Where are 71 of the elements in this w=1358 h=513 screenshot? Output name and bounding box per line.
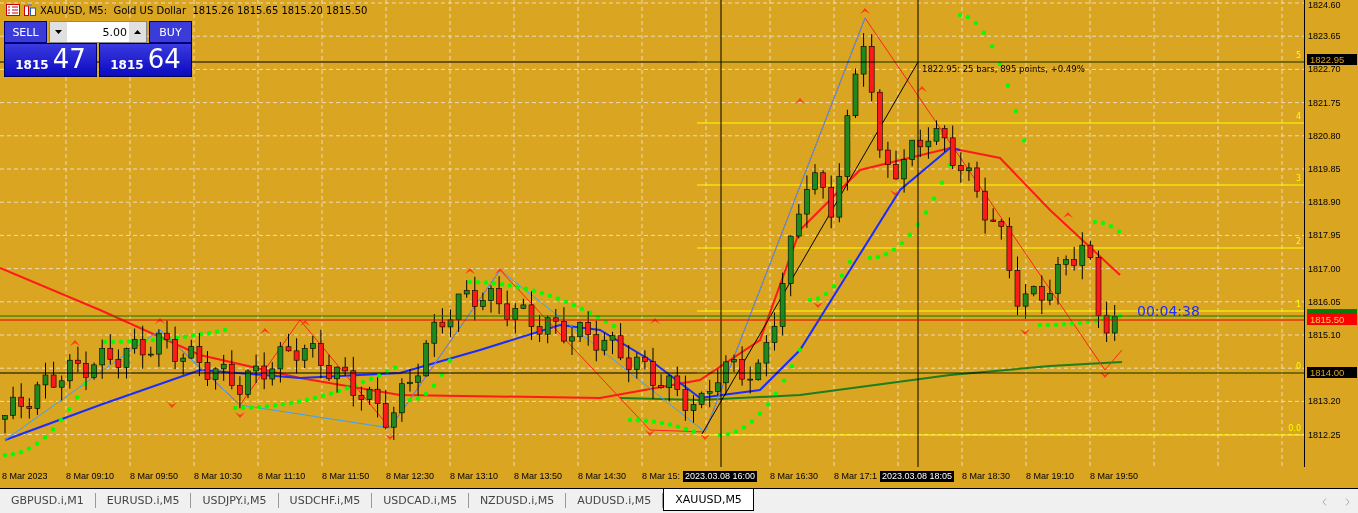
price-axis-label: 1816.05: [1308, 296, 1341, 308]
fractal-arrow: [1100, 372, 1110, 378]
price-tag: 1822.95: [1307, 54, 1357, 65]
countdown-timer: 00:04:38: [1137, 303, 1200, 319]
price-axis-label: 1817.00: [1308, 263, 1341, 275]
time-axis-label: 8 Mar 16:30: [770, 471, 819, 482]
fibo-level-label: 2: [1295, 237, 1301, 247]
buy-price-panel[interactable]: 1815 64: [99, 43, 192, 77]
price-tag: 1815.50: [1307, 314, 1357, 325]
fractal-arrow: [465, 268, 475, 274]
time-axis-label: 8 Mar 11:50: [322, 471, 370, 482]
time-axis-label: 8 Mar 13:50: [514, 471, 563, 482]
fractal-arrow: [860, 8, 870, 14]
sell-button[interactable]: SELL: [4, 21, 47, 43]
chart-tab[interactable]: XAUUSD,M5: [663, 489, 754, 511]
price-axis-label: 1818.90: [1308, 197, 1341, 209]
fibo-level-label: 0.0: [1288, 424, 1301, 434]
fractal-arrow: [70, 340, 80, 346]
fractal-arrow: [890, 190, 900, 196]
chart-title: XAUUSD, M5: Gold US Dollar 1815.26 1815.65 1815.20 1815.50: [40, 4, 368, 16]
fractal-arrow: [1063, 212, 1073, 218]
price-axis-label: 1817.95: [1308, 230, 1341, 242]
fractal-arrow: [700, 434, 710, 440]
fibo-level-label: 4: [1295, 112, 1301, 122]
fibo-level-label: 3: [1295, 174, 1301, 184]
time-axis-label: 8 Mar 13:10: [450, 471, 499, 482]
fractal-arrow: [235, 412, 245, 418]
fractal-arrow: [385, 434, 395, 440]
fractal-arrow: [650, 318, 660, 324]
time-axis-label: 8 Mar 19:50: [1090, 471, 1139, 482]
time-axis-label: 8 Mar 17:1: [834, 471, 878, 482]
time-axis-label: 8 Mar 19:10: [1026, 471, 1075, 482]
time-tag: 2023.03.08 18:05: [880, 471, 955, 482]
fractal-arrow: [1020, 329, 1030, 335]
price-axis-label: 1820.80: [1308, 130, 1341, 142]
fibo-level-label: 0: [1295, 362, 1301, 372]
fractal-arrow: [917, 86, 927, 92]
fractal-arrow: [260, 328, 270, 334]
time-axis-label: 8 Mar 15:: [642, 471, 681, 482]
fractal-arrow: [795, 98, 805, 104]
price-axis-label: 1815.10: [1308, 330, 1341, 341]
price-axis-label: 1819.85: [1308, 164, 1341, 175]
price-axis-label: 1822.70: [1308, 64, 1341, 76]
ask-price-tag: [1307, 309, 1357, 314]
fractal-arrow: [813, 302, 823, 308]
list-icon: [6, 4, 20, 16]
time-axis-label: 8 Mar 12:30: [386, 471, 435, 482]
time-axis-label: 8 Mar 2023: [2, 471, 48, 482]
time-axis-label: 8 Mar 09:50: [130, 471, 179, 482]
chart-icon: [24, 4, 36, 16]
sell-price-panel[interactable]: 1815 47: [4, 43, 97, 77]
time-axis-label: 8 Mar 14:30: [578, 471, 627, 482]
price-axis-label: 1823.65: [1308, 31, 1341, 43]
fibo-level-label: 5: [1295, 51, 1301, 61]
time-axis-label: 8 Mar 18:30: [962, 471, 1011, 482]
price-tag: 1814.00: [1307, 367, 1357, 378]
time-tag: 2023.03.08 16:00: [683, 471, 758, 482]
price-axis-label: 1812.25: [1308, 429, 1341, 441]
fractal-arrow: [155, 318, 165, 324]
time-axis-label: 8 Mar 09:10: [66, 471, 115, 482]
fractal-arrow: [167, 402, 177, 408]
fractal-arrow: [645, 430, 655, 436]
fractal-arrow: [300, 320, 310, 326]
buy-button[interactable]: BUY: [149, 21, 192, 43]
price-axis-label: 1821.75: [1308, 97, 1341, 109]
price-axis-label: 1824.60: [1308, 0, 1341, 11]
fibo-level-label: 1: [1295, 300, 1301, 310]
fractal-arrow: [495, 268, 505, 274]
time-axis-label: 8 Mar 11:10: [258, 471, 306, 482]
time-axis-label: 8 Mar 10:30: [194, 471, 243, 482]
price-axis-label: 1813.20: [1308, 396, 1341, 408]
